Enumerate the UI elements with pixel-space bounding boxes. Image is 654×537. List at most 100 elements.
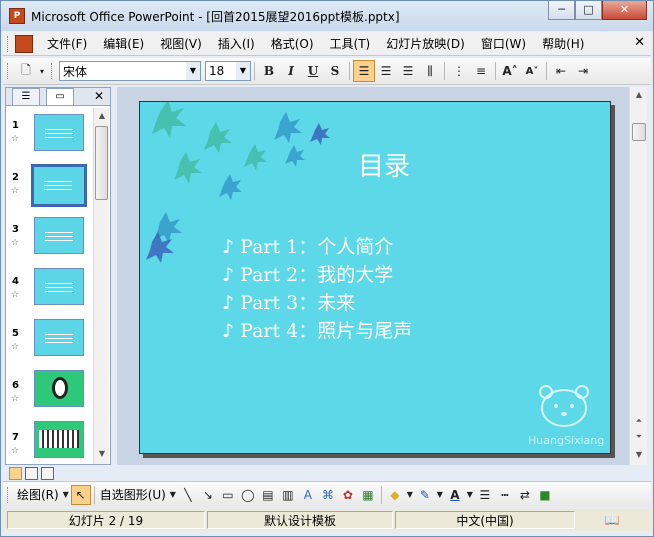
tab-outline[interactable]: ☰	[12, 88, 40, 105]
previous-slide-icon[interactable]: ⏶	[631, 413, 647, 429]
arrow-style-icon[interactable]: ⇄	[515, 485, 535, 505]
fill-color-icon[interactable]: ◆	[385, 485, 405, 505]
menu-view[interactable]: 视图(V)	[152, 35, 210, 52]
underline-button[interactable]: U	[302, 60, 324, 82]
autoshapes-button[interactable]: 自选图形(U)	[98, 486, 168, 503]
shadow-button[interactable]: S	[324, 60, 346, 82]
slide-sorter-view-icon[interactable]	[25, 466, 38, 480]
toolbar-separator	[495, 62, 496, 80]
pane-scrollbar[interactable]: ▲ ▼	[93, 108, 109, 464]
slide-thumbnail-selected[interactable]	[31, 164, 87, 207]
close-icon[interactable]: ✕	[94, 89, 104, 103]
align-center-icon[interactable]: ☰	[375, 60, 397, 82]
italic-button[interactable]: I	[280, 60, 302, 82]
menu-tools[interactable]: 工具(T)	[322, 35, 379, 52]
rectangle-icon[interactable]: ▭	[218, 485, 238, 505]
align-left-icon[interactable]: ☰	[353, 60, 375, 82]
diagram-icon[interactable]: ⌘	[318, 485, 338, 505]
chevron-down-icon[interactable]: ▼	[236, 62, 250, 80]
close-button[interactable]: ✕	[602, 1, 647, 20]
scroll-up-icon[interactable]: ▲	[631, 87, 647, 103]
vertical-textbox-icon[interactable]: ▥	[278, 485, 298, 505]
line-style-icon[interactable]: ☰	[475, 485, 495, 505]
slide-thumbnail[interactable]	[34, 421, 84, 458]
decrease-indent-icon[interactable]: ⇤	[550, 60, 572, 82]
transition-star-icon: ☆	[11, 290, 20, 300]
slide-thumbnail[interactable]	[34, 319, 84, 356]
increase-indent-icon[interactable]: ⇥	[572, 60, 594, 82]
slide-thumbnail[interactable]	[34, 114, 84, 151]
slide-number: 7	[12, 432, 19, 443]
title-bar[interactable]: P Microsoft Office PowerPoint - [回首2015展…	[1, 1, 653, 31]
scroll-up-icon[interactable]: ▲	[94, 108, 110, 124]
menu-file[interactable]: 文件(F)	[39, 35, 95, 52]
line-icon[interactable]: ╲	[178, 485, 198, 505]
increase-font-icon[interactable]: A˄	[499, 60, 521, 82]
chevron-down-icon[interactable]: ▼	[435, 485, 445, 505]
slide-content-list[interactable]: ♪ Part 1：个人简介 ♪ Part 2：我的大学 ♪ Part 3：未来 …	[222, 232, 412, 344]
scroll-down-icon[interactable]: ▼	[94, 446, 110, 462]
maximize-button[interactable]: □	[575, 1, 602, 20]
textbox-icon[interactable]: ▤	[258, 485, 278, 505]
bold-button[interactable]: B	[258, 60, 280, 82]
font-size-combo[interactable]: 18 ▼	[205, 61, 251, 81]
dash-style-icon[interactable]: ┅	[495, 485, 515, 505]
menu-edit[interactable]: 编辑(E)	[95, 35, 152, 52]
menu-insert[interactable]: 插入(I)	[210, 35, 263, 52]
toolbar-grip[interactable]	[7, 486, 11, 503]
toolbar-separator	[93, 485, 95, 504]
numbering-icon[interactable]: ⋮	[448, 60, 470, 82]
font-name-value: 宋体	[63, 64, 88, 79]
document-close-icon[interactable]: ✕	[634, 35, 645, 50]
toolbar-grip[interactable]	[7, 63, 11, 79]
slide-thumbnail[interactable]	[34, 217, 84, 254]
slide-title[interactable]: 目录	[140, 146, 610, 183]
shadow-style-icon[interactable]: ■	[535, 485, 555, 505]
transition-star-icon: ☆	[11, 186, 20, 196]
menu-window[interactable]: 窗口(W)	[473, 35, 534, 52]
menu-format[interactable]: 格式(O)	[263, 35, 322, 52]
transition-star-icon: ☆	[11, 134, 20, 144]
bullets-icon[interactable]: ≡	[470, 60, 492, 82]
slide-thumbnail[interactable]	[34, 268, 84, 305]
scroll-down-icon[interactable]: ▼	[631, 447, 647, 463]
slide-counter: 幻灯片 2 / 19	[7, 511, 205, 529]
tab-slides[interactable]: ▭	[46, 88, 74, 105]
scroll-thumb[interactable]	[632, 123, 646, 141]
toolbar-grip[interactable]	[51, 63, 55, 79]
chevron-down-icon[interactable]: ▼	[186, 62, 200, 80]
chevron-down-icon[interactable]: ▼	[465, 485, 475, 505]
slide-thumbnail[interactable]	[34, 370, 84, 407]
slideshow-view-icon[interactable]	[41, 466, 54, 480]
minimize-button[interactable]: ─	[548, 1, 575, 20]
font-name-combo[interactable]: 宋体 ▼	[59, 61, 201, 81]
arrow-icon[interactable]: ↘	[198, 485, 218, 505]
next-slide-icon[interactable]: ⏷	[631, 429, 647, 445]
clipart-icon[interactable]: ✿	[338, 485, 358, 505]
menu-help[interactable]: 帮助(H)	[534, 35, 592, 52]
chevron-down-icon[interactable]: ▼	[61, 485, 71, 505]
spellcheck-icon[interactable]: 📖	[577, 511, 647, 529]
menu-slideshow[interactable]: 幻灯片放映(D)	[378, 35, 473, 52]
chevron-down-icon[interactable]: ▼	[168, 485, 178, 505]
normal-view-icon[interactable]	[9, 466, 22, 480]
draw-menu-button[interactable]: 绘图(R)	[15, 486, 61, 503]
oval-icon[interactable]: ◯	[238, 485, 258, 505]
main-scrollbar[interactable]: ▲ ⏶ ⏷ ▼	[629, 87, 647, 465]
document-icon[interactable]	[15, 34, 33, 53]
font-color-icon[interactable]: A	[445, 485, 465, 505]
wordart-icon[interactable]: A	[298, 485, 318, 505]
scroll-thumb[interactable]	[95, 126, 108, 200]
powerpoint-icon[interactable]: P	[9, 8, 25, 24]
current-slide[interactable]: 目录 ♪ Part 1：个人简介 ♪ Part 2：我的大学 ♪ Part 3：…	[139, 101, 611, 454]
chevron-down-icon[interactable]: ▼	[405, 485, 415, 505]
align-right-icon[interactable]: ☰	[397, 60, 419, 82]
line-color-icon[interactable]: ✎	[415, 485, 435, 505]
decrease-font-icon[interactable]: A˅	[521, 60, 543, 82]
select-pointer-icon[interactable]: ↖	[70, 484, 91, 505]
picture-icon[interactable]: ▦	[358, 485, 378, 505]
new-document-icon[interactable]: 🗋	[15, 60, 37, 82]
toolbar-options-icon[interactable]: ▾	[37, 60, 47, 82]
vertical-text-icon[interactable]: ⫼	[419, 60, 441, 82]
toolbar-grip[interactable]	[7, 35, 11, 52]
